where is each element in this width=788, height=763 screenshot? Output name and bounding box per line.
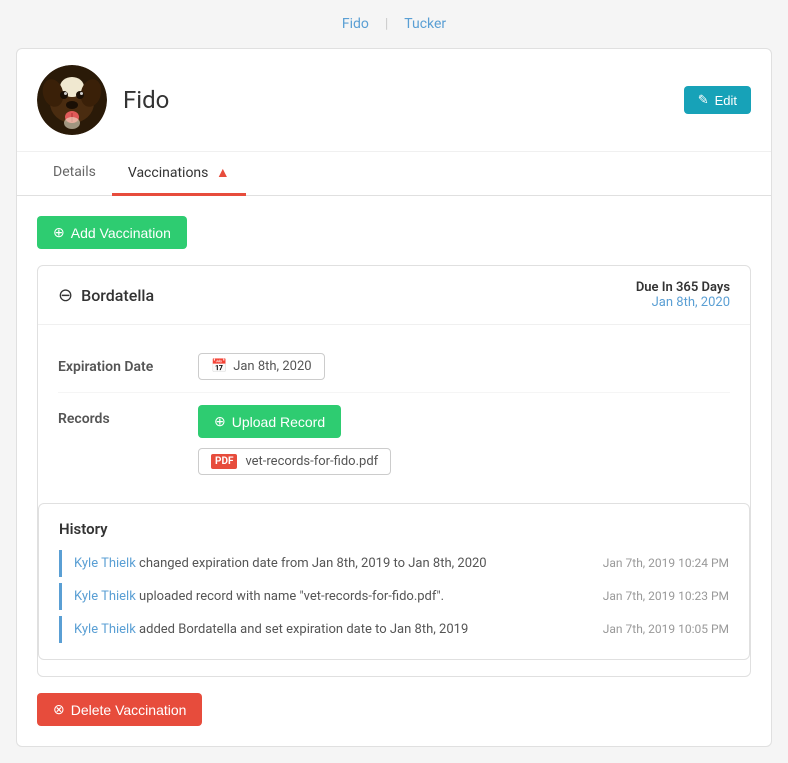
vaccination-header: ⊖ Bordatella Due In 365 Days Jan 8th, 20… <box>38 266 750 325</box>
due-info: Due In 365 Days Jan 8th, 2020 <box>636 280 730 310</box>
history-item-1: Kyle Thielk uploaded record with name "v… <box>59 583 729 610</box>
file-name: vet-records-for-fido.pdf <box>245 454 378 469</box>
history-text-1: Kyle Thielk uploaded record with name "v… <box>74 589 587 604</box>
plus-icon: ⊕ <box>53 224 65 241</box>
collapse-icon[interactable]: ⊖ <box>58 285 73 306</box>
history-detail-1: uploaded record with name "vet-records-f… <box>136 589 444 604</box>
history-detail-0: changed expiration date from Jan 8th, 20… <box>136 556 487 571</box>
tab-details[interactable]: Details <box>37 152 112 196</box>
calendar-icon: 📅 <box>211 359 227 374</box>
top-nav: Fido | Tucker <box>0 0 788 48</box>
vaccination-body: Expiration Date 📅 Jan 8th, 2020 Records <box>38 325 750 503</box>
upload-record-label: Upload Record <box>232 414 325 430</box>
due-date: Jan 8th, 2020 <box>636 295 730 310</box>
delete-vaccination-button[interactable]: ⊗ Delete Vaccination <box>37 693 202 726</box>
history-item-2: Kyle Thielk added Bordatella and set exp… <box>59 616 729 643</box>
records-row: Records ⊕ Upload Record PDF <box>58 393 730 487</box>
upload-icon: ⊕ <box>214 413 226 430</box>
date-badge[interactable]: 📅 Jan 8th, 2020 <box>198 353 325 380</box>
pdf-icon: PDF <box>211 454 237 469</box>
history-section: History Kyle Thielk changed expiration d… <box>38 503 750 660</box>
history-timestamp-1: Jan 7th, 2019 10:23 PM <box>603 589 729 603</box>
profile-card: Fido ✎ Edit Details Vaccinations ▲ ⊕ Add… <box>16 48 772 747</box>
history-item-0: Kyle Thielk changed expiration date from… <box>59 550 729 577</box>
upload-record-button[interactable]: ⊕ Upload Record <box>198 405 341 438</box>
history-actor-2[interactable]: Kyle Thielk <box>74 622 136 637</box>
due-label: Due In 365 Days <box>636 280 730 295</box>
history-actor-1[interactable]: Kyle Thielk <box>74 589 136 604</box>
history-actor-0[interactable]: Kyle Thielk <box>74 556 136 571</box>
tab-vaccinations[interactable]: Vaccinations ▲ <box>112 152 246 196</box>
history-title: History <box>59 520 729 538</box>
history-text-2: Kyle Thielk added Bordatella and set exp… <box>74 622 587 637</box>
history-timestamp-2: Jan 7th, 2019 10:05 PM <box>603 622 729 636</box>
avatar <box>37 65 107 135</box>
expiration-label: Expiration Date <box>58 353 198 375</box>
nav-tucker[interactable]: Tucker <box>388 12 462 36</box>
history-text-0: Kyle Thielk changed expiration date from… <box>74 556 587 571</box>
tab-bar: Details Vaccinations ▲ <box>17 152 771 196</box>
content-area: ⊕ Add Vaccination ⊖ Bordatella Due In 36… <box>17 196 771 746</box>
add-vaccination-label: Add Vaccination <box>71 225 171 241</box>
records-label: Records <box>58 405 198 427</box>
delete-icon: ⊗ <box>53 701 65 718</box>
edit-button[interactable]: ✎ Edit <box>684 86 751 114</box>
expiration-date-row: Expiration Date 📅 Jan 8th, 2020 <box>58 341 730 393</box>
records-value: ⊕ Upload Record PDF vet-records-for-fido… <box>198 405 730 475</box>
file-badge[interactable]: PDF vet-records-for-fido.pdf <box>198 448 391 475</box>
history-timestamp-0: Jan 7th, 2019 10:24 PM <box>603 556 729 570</box>
add-vaccination-button[interactable]: ⊕ Add Vaccination <box>37 216 187 249</box>
pet-name: Fido <box>123 86 169 114</box>
delete-label: Delete Vaccination <box>71 702 187 718</box>
warning-icon: ▲ <box>216 165 230 181</box>
expiration-value: 📅 Jan 8th, 2020 <box>198 353 730 380</box>
history-detail-2: added Bordatella and set expiration date… <box>136 622 468 637</box>
edit-icon: ✎ <box>698 92 709 108</box>
vaccination-record: ⊖ Bordatella Due In 365 Days Jan 8th, 20… <box>37 265 751 677</box>
nav-fido[interactable]: Fido <box>326 12 385 36</box>
expiration-date: Jan 8th, 2020 <box>233 359 311 374</box>
profile-header: Fido ✎ Edit <box>17 49 771 152</box>
vaccination-name: ⊖ Bordatella <box>58 285 154 306</box>
